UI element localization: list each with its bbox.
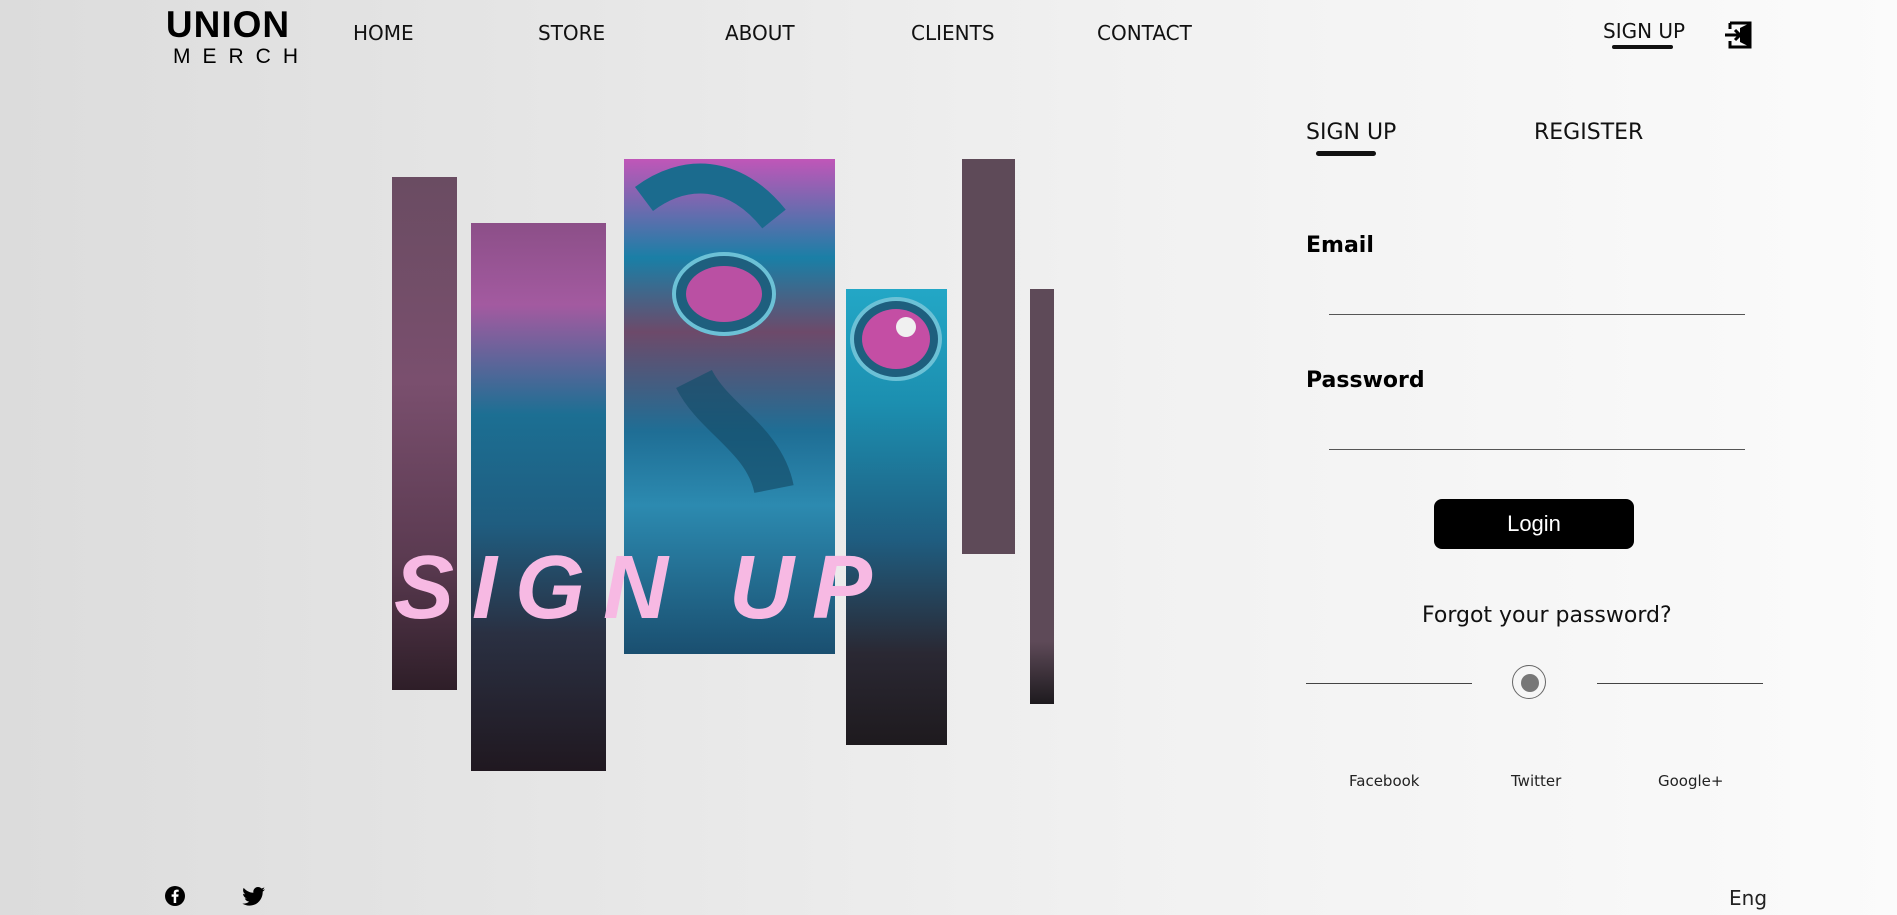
hero-signup-text: SIGN UP <box>394 538 891 638</box>
nav-clients[interactable]: CLIENTS <box>911 21 995 45</box>
social-facebook[interactable]: Facebook <box>1349 772 1419 790</box>
login-icon[interactable] <box>1722 18 1756 52</box>
hero-strip-2 <box>471 223 606 771</box>
facebook-icon[interactable] <box>164 885 186 907</box>
hero-strip-6 <box>1030 289 1054 704</box>
twitter-icon[interactable] <box>242 885 266 907</box>
password-field[interactable] <box>1329 425 1745 450</box>
divider-right <box>1597 683 1763 684</box>
header-signup-link[interactable]: SIGN UP <box>1603 19 1685 43</box>
hero-strip-4 <box>846 289 947 745</box>
logo-union: UNION <box>165 4 291 45</box>
nav-about[interactable]: ABOUT <box>725 21 795 45</box>
logo[interactable]: UNION MERCH <box>163 4 310 68</box>
divider-left <box>1306 683 1472 684</box>
email-field[interactable] <box>1329 290 1745 315</box>
logo-merch: MERCH <box>173 45 310 68</box>
language-selector[interactable]: Eng <box>1729 886 1767 910</box>
forgot-password-link[interactable]: Forgot your password? <box>1422 603 1672 628</box>
nav-store[interactable]: STORE <box>538 21 605 45</box>
login-button[interactable]: Login <box>1434 499 1634 549</box>
email-label: Email <box>1306 233 1374 258</box>
tab-signup-underline <box>1316 151 1376 156</box>
hero-strip-5 <box>962 159 1015 554</box>
password-label: Password <box>1306 368 1425 393</box>
toggle-radio-dot <box>1521 674 1539 692</box>
social-twitter[interactable]: Twitter <box>1511 772 1561 790</box>
header-signup-underline <box>1612 45 1673 49</box>
social-google[interactable]: Google+ <box>1658 772 1723 790</box>
toggle-radio[interactable] <box>1512 665 1546 699</box>
tab-signup[interactable]: SIGN UP <box>1306 120 1396 145</box>
nav-home[interactable]: HOME <box>353 21 414 45</box>
tab-register[interactable]: REGISTER <box>1534 120 1643 145</box>
nav-contact[interactable]: CONTACT <box>1097 21 1192 45</box>
